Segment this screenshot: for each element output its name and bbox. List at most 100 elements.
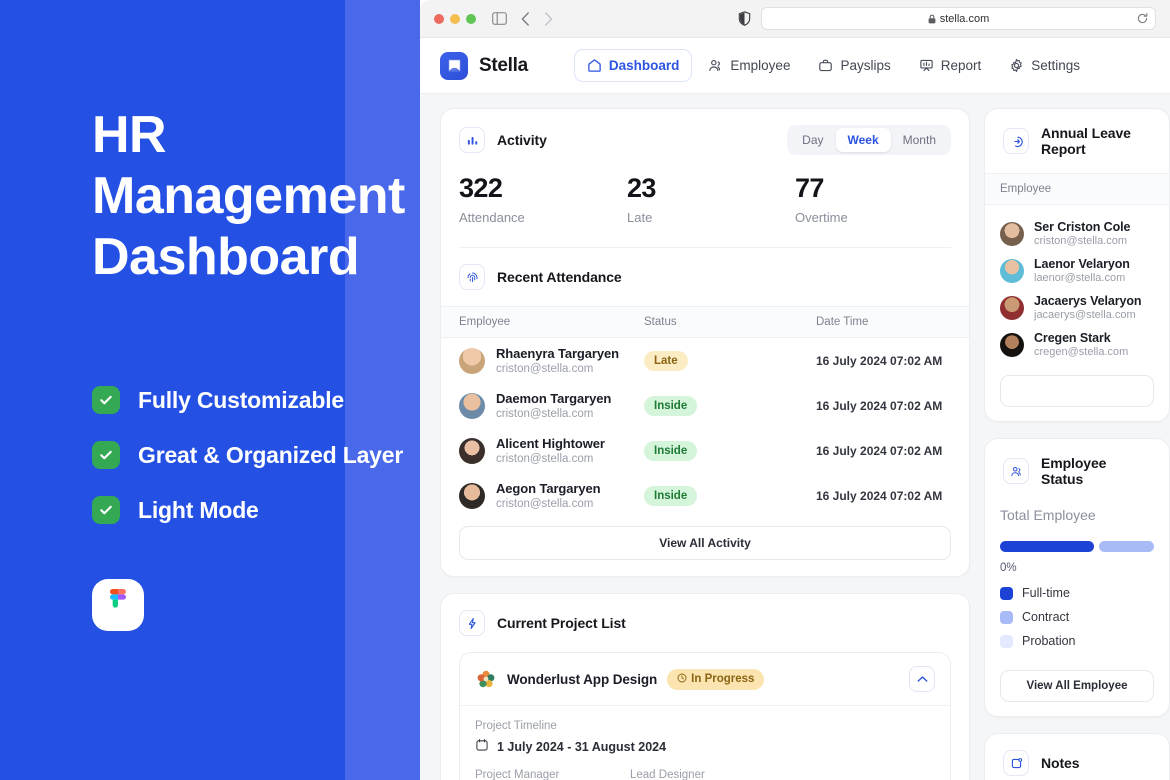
- range-option-day[interactable]: Day: [790, 128, 835, 152]
- legend-label: Full-time: [1022, 586, 1070, 600]
- annual-leave-header: Annual Leave Report: [985, 109, 1169, 173]
- legend-label: Probation: [1022, 634, 1076, 648]
- employee-name: Jacaerys Velaryon: [1034, 294, 1141, 308]
- card-title: Recent Attendance: [497, 269, 622, 285]
- nav-label: Employee: [730, 58, 790, 73]
- project-people: Project Manager Rhaenyra Targaryen Lead …: [475, 769, 935, 780]
- address-bar[interactable]: stella.com: [761, 7, 1156, 30]
- legend-label: Contract: [1022, 610, 1069, 624]
- card-title: Employee Status: [1041, 455, 1151, 487]
- nav-label: Dashboard: [609, 58, 680, 73]
- lead-designer-block: Lead Designer Alicent Hightower: [630, 769, 785, 780]
- brand-name: Stella: [479, 55, 528, 77]
- range-segmented-control[interactable]: Day Week Month: [787, 125, 951, 155]
- list-item[interactable]: Jacaerys Velaryon jacaerys@stella.com: [1000, 289, 1154, 326]
- view-all-employee-button[interactable]: View All Employee: [1000, 670, 1154, 702]
- window-controls[interactable]: [434, 14, 476, 24]
- nav-item-employee[interactable]: Employee: [696, 50, 802, 81]
- stat-overtime: 77 Overtime: [795, 173, 963, 225]
- employee-name: Cregen Stark: [1034, 331, 1128, 345]
- gear-icon: [1009, 58, 1024, 73]
- employee-name: Rhaenyra Targaryen: [496, 346, 619, 361]
- maximize-window-button[interactable]: [466, 14, 476, 24]
- project-manager-label: Project Manager: [475, 769, 630, 780]
- clock-icon: [677, 673, 687, 686]
- column-header-employee: Employee: [459, 316, 644, 328]
- screenshot-root: HR Management Dashboard Fully Customizab…: [0, 0, 1170, 780]
- employee-status-card: Employee Status Total Employee 0% Ful: [984, 438, 1170, 717]
- annual-leave-list: Ser Criston Cole criston@stella.com Laen…: [985, 205, 1169, 367]
- employee-name: Daemon Targaryen: [496, 391, 611, 406]
- list-item[interactable]: Cregen Stark cregen@stella.com: [1000, 326, 1154, 363]
- legend-item: Probation: [1000, 634, 1154, 648]
- project-header-row[interactable]: Wonderlust App Design In Progress: [460, 653, 950, 705]
- employee-status-body: Total Employee 0% Full-time: [985, 503, 1169, 662]
- chevron-right-icon[interactable]: [544, 12, 553, 26]
- project-manager-block: Project Manager Rhaenyra Targaryen: [475, 769, 630, 780]
- employee-name: Ser Criston Cole: [1034, 220, 1130, 234]
- check-icon: [92, 496, 120, 524]
- brand[interactable]: Stella: [440, 52, 528, 80]
- current-project-list-card: Current Project List: [440, 593, 970, 780]
- activity-card: Activity Day Week Month 322 Attendance: [440, 108, 970, 577]
- sidebar-toggle-icon[interactable]: [492, 12, 507, 25]
- avatar: [459, 348, 485, 374]
- privacy-shield-icon[interactable]: [738, 11, 751, 26]
- reload-icon[interactable]: [1137, 13, 1148, 24]
- legend-item: Contract: [1000, 610, 1154, 624]
- status-badge: Inside: [644, 441, 697, 461]
- employee-status-header: Employee Status: [985, 439, 1169, 503]
- range-option-month[interactable]: Month: [891, 128, 948, 152]
- promo-panel: HR Management Dashboard Fully Customizab…: [0, 0, 420, 780]
- view-all-activity-button[interactable]: View All Activity: [459, 526, 951, 560]
- chevron-left-icon[interactable]: [521, 12, 530, 26]
- percent-label: 0%: [1000, 562, 1154, 574]
- stat-label: Overtime: [795, 210, 963, 225]
- feature-label: Great & Organized Layer: [138, 442, 403, 469]
- legend-swatch: [1000, 635, 1013, 648]
- note-square-icon: [1003, 750, 1029, 776]
- nav-item-dashboard[interactable]: Dashboard: [574, 49, 693, 82]
- datetime-cell: 16 July 2024 07:02 AM: [816, 354, 951, 368]
- minimize-window-button[interactable]: [450, 14, 460, 24]
- fingerprint-icon: [459, 264, 485, 290]
- activity-card-header: Activity Day Week Month: [441, 109, 969, 171]
- recent-attendance-header: Recent Attendance: [441, 248, 969, 306]
- project-details: Project Timeline 1 July 2024 - 31 August…: [460, 705, 950, 780]
- status-badge: Late: [644, 351, 688, 371]
- notes-header: Notes: [985, 734, 1169, 780]
- close-window-button[interactable]: [434, 14, 444, 24]
- range-option-week[interactable]: Week: [836, 128, 891, 152]
- list-item[interactable]: Ser Criston Cole criston@stella.com: [1000, 215, 1154, 252]
- avatar: [459, 438, 485, 464]
- table-row[interactable]: Rhaenyra Targaryen criston@stella.com La…: [441, 338, 969, 383]
- datetime-cell: 16 July 2024 07:02 AM: [816, 399, 951, 413]
- nav-item-payslips[interactable]: Payslips: [806, 50, 902, 81]
- avatar: [1000, 222, 1024, 246]
- table-row[interactable]: Aegon Targaryen criston@stella.com Insid…: [441, 473, 969, 518]
- total-employee-label: Total Employee: [1000, 507, 1154, 523]
- stat-value: 77: [795, 173, 963, 204]
- table-row[interactable]: Daemon Targaryen criston@stella.com Insi…: [441, 383, 969, 428]
- nav-item-settings[interactable]: Settings: [997, 50, 1092, 81]
- notes-card: Notes Meeting with Arthur Pendragon: [984, 733, 1170, 780]
- chevron-up-icon[interactable]: [909, 666, 935, 692]
- stat-label: Late: [627, 210, 795, 225]
- promo-title: HR Management Dashboard: [92, 105, 420, 288]
- list-item[interactable]: Laenor Velaryon laenor@stella.com: [1000, 252, 1154, 289]
- table-row[interactable]: Alicent Hightower criston@stella.com Ins…: [441, 428, 969, 473]
- employee-email: criston@stella.com: [496, 453, 605, 465]
- bar-segment-contract: [1099, 541, 1154, 552]
- url-text: stella.com: [928, 13, 990, 25]
- presentation-icon: [919, 58, 934, 73]
- annual-leave-footer-button[interactable]: [1000, 375, 1154, 407]
- project-status-badge: In Progress: [667, 669, 764, 690]
- feature-item: Fully Customizable: [92, 386, 420, 414]
- employee-email: cregen@stella.com: [1034, 346, 1128, 358]
- lead-designer-label: Lead Designer: [630, 769, 785, 780]
- project-card-header: Current Project List: [441, 594, 969, 652]
- nav-item-report[interactable]: Report: [907, 50, 994, 81]
- nav-label: Report: [941, 58, 982, 73]
- employee-status-legend: Full-time Contract Probation: [1000, 586, 1154, 648]
- logout-arrow-icon: [1003, 128, 1029, 154]
